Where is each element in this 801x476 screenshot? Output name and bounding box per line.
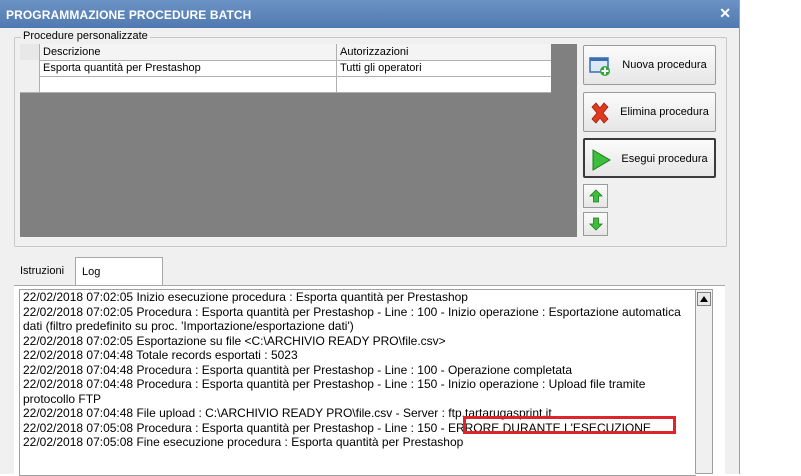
tab-log-esecuzione[interactable]: Log esecuzione: [75, 257, 163, 306]
column-header-autorizzazioni[interactable]: Autorizzazioni: [337, 44, 551, 60]
move-down-button[interactable]: [583, 212, 608, 236]
row-selector[interactable]: [20, 76, 40, 92]
run-procedure-label: Esegui procedura: [621, 153, 708, 165]
close-icon[interactable]: ✕: [719, 5, 731, 22]
procedures-grid[interactable]: Descrizione Autorizzazioni Esporta quant…: [20, 44, 552, 93]
log-line: 22/02/2018 07:04:48 Totale records espor…: [23, 348, 298, 362]
log-scrollbar[interactable]: [695, 289, 713, 474]
group-legend: Procedure personalizzate: [21, 30, 150, 42]
play-icon: [592, 149, 611, 171]
cell-autorizzazioni[interactable]: [337, 76, 551, 92]
log-line: 22/02/2018 07:04:48 Procedura : Esporta …: [23, 362, 573, 377]
log-line: 22/02/2018 07:02:05 Inizio esecuzione pr…: [23, 290, 468, 304]
title-bar[interactable]: PROGRAMMAZIONE PROCEDURE BATCH ✕: [0, 0, 739, 28]
scroll-up-arrow-icon: [700, 296, 708, 302]
cell-descrizione[interactable]: [40, 76, 337, 92]
window-title: PROGRAMMAZIONE PROCEDURE BATCH: [6, 8, 252, 22]
tab-istruzioni[interactable]: Istruzioni: [14, 259, 74, 283]
arrow-up-icon: [589, 189, 603, 203]
arrow-down-icon: [589, 217, 603, 231]
row-header-corner: [20, 44, 40, 60]
log-line: 22/02/2018 07:05:08 Fine esecuzione proc…: [23, 435, 464, 449]
execution-log[interactable]: 22/02/2018 07:02:05 Inizio esecuzione pr…: [19, 289, 696, 476]
scroll-up-button[interactable]: [697, 292, 711, 306]
delete-procedure-label: Elimina procedura: [620, 106, 709, 118]
cell-descrizione[interactable]: Esporta quantità per Prestashop: [40, 60, 337, 76]
table-row[interactable]: Esporta quantità per Prestashop Tutti gl…: [20, 60, 551, 77]
row-selector[interactable]: [20, 60, 40, 76]
log-line: 22/02/2018 07:02:05 Esportazione su file…: [23, 333, 446, 348]
new-procedure-label: Nuova procedura: [622, 59, 707, 71]
error-highlight-box: [463, 416, 676, 434]
log-line: 22/02/2018 07:02:05 Procedura : Esporta …: [23, 304, 685, 334]
column-header-descrizione[interactable]: Descrizione: [40, 44, 337, 60]
delete-x-icon: [591, 102, 609, 124]
batch-procedures-window: PROGRAMMAZIONE PROCEDURE BATCH ✕ Procedu…: [0, 0, 740, 476]
delete-procedure-button[interactable]: Elimina procedura: [583, 92, 716, 132]
add-window-icon: [589, 57, 610, 76]
cell-autorizzazioni[interactable]: Tutti gli operatori: [337, 60, 551, 76]
grid-header-row: Descrizione Autorizzazioni: [20, 44, 551, 61]
table-row[interactable]: [20, 76, 551, 93]
new-procedure-button[interactable]: Nuova procedura: [583, 45, 716, 85]
move-up-button[interactable]: [583, 184, 608, 208]
background-area: [740, 0, 801, 474]
log-line: 22/02/2018 07:04:48 Procedura : Esporta …: [23, 377, 649, 406]
run-procedure-button[interactable]: Esegui procedura: [583, 138, 716, 178]
